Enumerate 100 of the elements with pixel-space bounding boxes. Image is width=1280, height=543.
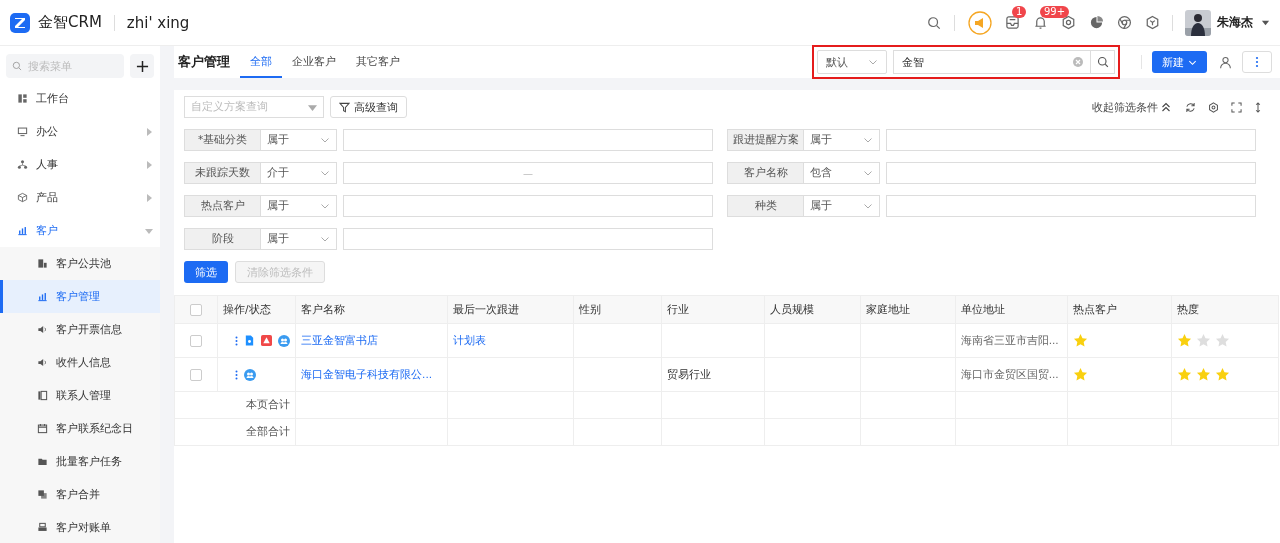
bell-icon[interactable] <box>1033 15 1048 30</box>
filter-input[interactable] <box>343 129 713 151</box>
filter-input[interactable] <box>343 228 713 250</box>
org-chart-icon <box>17 159 28 170</box>
people-icon <box>278 334 291 347</box>
warning-icon <box>261 335 273 346</box>
chevron-down-icon <box>863 168 873 178</box>
operator-select[interactable]: 属于 <box>261 195 337 217</box>
filter-input[interactable] <box>343 195 713 217</box>
total-label: 本页合计 <box>174 391 296 419</box>
submenu-item[interactable]: 客户对账单 <box>0 511 160 543</box>
speaker-icon <box>37 357 48 368</box>
menu-item[interactable]: 客户 <box>0 214 160 247</box>
star-icon <box>1214 333 1230 348</box>
settings-icon[interactable] <box>1208 101 1219 113</box>
operator-select[interactable]: 包含 <box>804 162 880 184</box>
column-header: 最后一次跟进 <box>447 295 574 324</box>
operator-select[interactable]: 属于 <box>804 195 880 217</box>
monitor-icon <box>17 126 28 137</box>
search-icon[interactable] <box>927 15 941 30</box>
calendar-icon <box>37 423 48 434</box>
submenu-item[interactable]: 客户合并 <box>0 478 160 511</box>
add-button[interactable] <box>130 54 154 78</box>
table-cell: 海口市金贸区国贸... <box>955 357 1068 392</box>
star-icon <box>1195 333 1211 348</box>
column-header: 热度 <box>1171 295 1279 324</box>
menu-item[interactable]: 工作台 <box>0 82 160 115</box>
star-icon <box>1176 333 1192 348</box>
submenu-item[interactable]: 收件人信息 <box>0 346 160 379</box>
menu-item[interactable]: 产品 <box>0 181 160 214</box>
star-icon <box>1214 367 1230 382</box>
menu-item[interactable]: 人事 <box>0 148 160 181</box>
checkbox[interactable] <box>190 368 202 381</box>
more-icon[interactable] <box>235 369 239 380</box>
caret-right-icon <box>145 127 153 136</box>
column-header: 客户名称 <box>295 295 448 324</box>
count-badge: 1 <box>1012 6 1027 18</box>
settings-icon[interactable] <box>1061 15 1076 30</box>
table-link[interactable]: 计划表 <box>447 323 574 358</box>
chevron-down-icon <box>863 201 873 211</box>
filter-input[interactable] <box>886 162 1256 184</box>
menu-item[interactable]: 办公 <box>0 115 160 148</box>
tab[interactable]: 其它客户 <box>346 46 410 78</box>
filter-input[interactable] <box>886 129 1256 151</box>
dashboard-icon <box>17 93 28 104</box>
table-link[interactable]: 三亚金智富书店 <box>295 323 448 358</box>
collapse-filters-button[interactable]: 收起筛选条件 <box>1092 99 1171 115</box>
submenu-item[interactable]: 客户管理 <box>0 280 160 313</box>
new-button[interactable]: 新建 <box>1152 51 1207 73</box>
count-badge: 99+ <box>1040 6 1070 18</box>
user-name[interactable]: 朱海杰 <box>1217 14 1253 31</box>
search-icon <box>1096 56 1109 68</box>
vertical-arrows-icon[interactable] <box>1254 101 1262 113</box>
chevron-down-icon <box>868 57 878 67</box>
table-cell: 海南省三亚市吉阳... <box>955 323 1068 358</box>
box-icon <box>17 192 28 203</box>
tab[interactable]: 企业客户 <box>282 46 346 78</box>
submenu-item[interactable]: 客户开票信息 <box>0 313 160 346</box>
table-link[interactable]: 海口金智电子科技有限公... <box>295 357 448 392</box>
chevron-down-icon <box>320 168 330 178</box>
operator-select[interactable]: 介于 <box>261 162 337 184</box>
inbox-icon[interactable] <box>1005 15 1020 30</box>
tab[interactable]: 全部 <box>240 46 282 78</box>
aperture-icon[interactable] <box>1117 15 1132 30</box>
search-icon <box>12 61 22 71</box>
column-header: 家庭地址 <box>860 295 956 324</box>
submenu-item[interactable]: 客户公共池 <box>0 247 160 280</box>
pie-chart-icon[interactable] <box>1089 15 1104 30</box>
chevron-down-icon <box>863 135 873 145</box>
filter-label: 未跟踪天数 <box>184 162 261 184</box>
page-title: 客户管理 <box>178 53 230 71</box>
checkbox[interactable] <box>190 303 202 316</box>
operator-select[interactable]: 属于 <box>261 129 337 151</box>
operator-select[interactable]: 属于 <box>261 228 337 250</box>
people-icon <box>244 368 257 381</box>
fullscreen-icon[interactable] <box>1231 101 1242 113</box>
submenu-item[interactable]: 联系人管理 <box>0 379 160 412</box>
folder-icon <box>37 456 48 467</box>
checkbox[interactable] <box>190 334 202 347</box>
operator-select[interactable]: 属于 <box>804 129 880 151</box>
search-field[interactable]: 金智 <box>893 50 1115 74</box>
column-header: 单位地址 <box>955 295 1068 324</box>
workspace-name: zhi' xing <box>126 13 190 32</box>
refresh-icon[interactable] <box>1185 101 1196 113</box>
more-icon[interactable] <box>235 335 239 346</box>
caret-right-icon <box>145 160 153 169</box>
submenu-item[interactable]: 客户联系纪念日 <box>0 412 160 445</box>
filter-button[interactable]: 筛选 <box>184 261 228 283</box>
document-icon <box>244 335 256 346</box>
caret-right-icon <box>145 193 153 202</box>
hexagon-icon[interactable] <box>1145 15 1160 30</box>
scope-select[interactable]: 默认 <box>817 50 887 74</box>
total-label: 全部合计 <box>174 418 296 446</box>
more-icon <box>1255 56 1259 68</box>
user-icon[interactable] <box>1219 55 1232 69</box>
caret-icon[interactable] <box>1261 18 1270 27</box>
printer-icon <box>37 522 48 533</box>
filter-input[interactable] <box>886 195 1256 217</box>
submenu-item[interactable]: 批量客户任务 <box>0 445 160 478</box>
advanced-search-button[interactable]: 高级查询 <box>330 96 407 118</box>
